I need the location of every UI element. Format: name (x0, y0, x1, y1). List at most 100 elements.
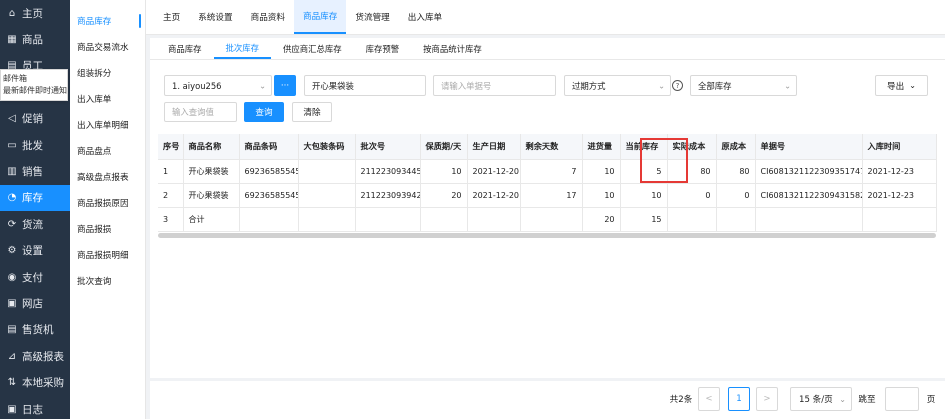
table-cell: 7 (520, 159, 583, 184)
column-header[interactable]: 商品名称 (183, 134, 240, 160)
column-header[interactable]: 进货量 (582, 134, 621, 160)
table-cell (298, 207, 356, 232)
subnav-item[interactable]: 高级盘点报表 (70, 164, 145, 190)
column-header[interactable]: 生产日期 (467, 134, 521, 160)
jump-page-input[interactable] (885, 387, 919, 411)
table-cell: 10 (620, 183, 668, 208)
sidebar-item[interactable]: ▥ 销售 (0, 158, 70, 184)
sidebar-item-label: 本地采购 (22, 377, 64, 390)
column-header[interactable]: 序号 (158, 134, 184, 160)
top-tab[interactable]: 商品资料 (242, 0, 294, 34)
table-cell: 17 (520, 183, 583, 208)
notification-popup[interactable]: 邮件箱 最新邮件即时通知 (0, 69, 68, 101)
column-header[interactable]: 大包装条码 (298, 134, 356, 160)
table-cell (716, 207, 756, 232)
next-page-button[interactable]: > (756, 387, 778, 411)
sidebar-item[interactable]: ▤ 售货机 (0, 317, 70, 343)
column-header[interactable]: 剩余天数 (520, 134, 583, 160)
table-cell: 2021-12-23 (862, 183, 937, 208)
expiry-select[interactable]: 过期方式 ⌄ (564, 75, 671, 96)
subnav-item[interactable]: 商品报损 (70, 216, 145, 242)
chevron-down-icon: ⌄ (839, 394, 846, 404)
export-button[interactable]: 导出 ⌄ (875, 75, 928, 96)
sidebar-item[interactable]: ◁ 促销 (0, 106, 70, 132)
order-number-input[interactable]: 请输入单据号 (433, 75, 556, 96)
table-cell: 20 (582, 207, 621, 232)
search-button[interactable]: 查询 (244, 102, 284, 122)
column-header[interactable]: 单据号 (755, 134, 863, 160)
table-cell (755, 207, 863, 232)
sidebar-item[interactable]: ⇅ 本地采购 (0, 369, 70, 395)
top-tab[interactable]: 出入库单 (399, 0, 451, 34)
sub-tab[interactable]: 按商品统计库存 (411, 38, 494, 59)
column-header[interactable]: 保质期/天 (420, 134, 468, 160)
clear-button[interactable]: 清除 (292, 102, 332, 122)
table-cell (467, 207, 521, 232)
sidebar-item[interactable]: ⟳ 货流 (0, 211, 70, 237)
more-button[interactable]: ··· (274, 75, 296, 96)
sidebar-item-label: 日志 (22, 403, 43, 416)
vending-icon: ▤ (7, 324, 17, 336)
table-cell (667, 207, 717, 232)
sidebar-item[interactable]: ▭ 批发 (0, 132, 70, 158)
table-cell: 2021-12-20 (467, 159, 521, 184)
table-cell: CI608132112230943158​24 (755, 183, 863, 208)
sidebar-item-label: 高级报表 (22, 350, 64, 363)
query-value-input[interactable]: 输入查询值 (164, 102, 237, 122)
sidebar-item[interactable]: ⌂ 主页 (0, 0, 70, 26)
table-cell: 开心果袋装 (183, 183, 240, 208)
table-cell: 1 (158, 159, 184, 184)
column-header[interactable]: 商品条码 (239, 134, 299, 160)
sidebar-item-label: 批发 (22, 139, 43, 152)
table-cell: 开心果袋装 (183, 159, 240, 184)
sidebar-item-label: 售货机 (22, 324, 54, 337)
subnav-item[interactable]: 批次查询 (70, 268, 145, 294)
sub-tab[interactable]: 库存预警 (354, 38, 412, 59)
subnav-item[interactable]: 出入库单 (70, 86, 145, 112)
top-tab[interactable]: 主页 (154, 0, 189, 34)
subnav-item[interactable]: 出入库单明细 (70, 112, 145, 138)
help-icon[interactable]: ? (672, 80, 683, 91)
store-select[interactable]: 1. aiyou256 ⌄ (164, 75, 272, 96)
export-label: 导出 (887, 81, 905, 92)
sidebar-item[interactable]: ◉ 支付 (0, 264, 70, 290)
top-tab-bar: 主页 系统设置 商品资料 商品库存 货流管理 出入库单 (146, 0, 945, 35)
sub-tab[interactable]: 批次库存 (213, 38, 271, 59)
sub-tab[interactable]: 商品库存 (156, 38, 214, 59)
subnav-item[interactable]: 商品报损原因 (70, 190, 145, 216)
sidebar-item[interactable]: ▣ 网店 (0, 290, 70, 316)
jump-label: 跳至 (858, 395, 876, 405)
top-tab[interactable]: 系统设置 (189, 0, 241, 34)
top-tab[interactable]: 商品库存 (293, 0, 347, 34)
promotion-icon: ◁ (8, 113, 16, 125)
purchase-icon: ⇅ (7, 377, 17, 389)
sidebar-item[interactable]: ▣ 日志 (0, 396, 70, 419)
table-cell: 0 (667, 183, 717, 208)
stock-select[interactable]: 全部库存 ⌄ (690, 75, 797, 96)
table-row[interactable]: 3 合计 20 15 (158, 207, 937, 232)
table-row[interactable]: 1开心果袋装692365855452112230934454102021-12-… (158, 159, 937, 184)
subnav-item[interactable]: 组装拆分 (70, 60, 145, 86)
subnav-item[interactable]: 商品报损明细 (70, 242, 145, 268)
prev-page-button[interactable]: < (698, 387, 720, 411)
page-size-select[interactable]: 15 条/页 ⌄ (790, 387, 852, 411)
sidebar-item[interactable]: ⊿ 高级报表 (0, 343, 70, 369)
table-cell (239, 207, 299, 232)
sidebar-item[interactable]: ▦ 商品 (0, 26, 70, 52)
column-header[interactable]: 原成本 (716, 134, 756, 160)
sidebar-item[interactable]: ⚙ 设置 (0, 238, 70, 264)
chevron-down-icon: ⌄ (259, 81, 266, 90)
subnav-item[interactable]: 商品交易流水 (70, 34, 145, 60)
column-header[interactable]: 入库时间 (862, 134, 937, 160)
sub-tab[interactable]: 供应商汇总库存 (271, 38, 354, 59)
product-input[interactable]: 开心果袋装 (304, 75, 426, 96)
subnav-item[interactable]: 商品库存 (70, 8, 145, 34)
table-row[interactable]: 2开心果袋装692365855452112230939421202021-12-… (158, 183, 937, 208)
page-1-button[interactable]: 1 (728, 387, 750, 411)
sidebar-item[interactable]: ◔ 库存 (0, 184, 70, 212)
order-number-placeholder: 请输入单据号 (441, 80, 492, 91)
column-header[interactable]: 批次号 (355, 134, 421, 160)
subnav-item[interactable]: 商品盘点 (70, 138, 145, 164)
horizontal-scrollbar[interactable] (158, 233, 936, 238)
top-tab[interactable]: 货流管理 (346, 0, 398, 34)
